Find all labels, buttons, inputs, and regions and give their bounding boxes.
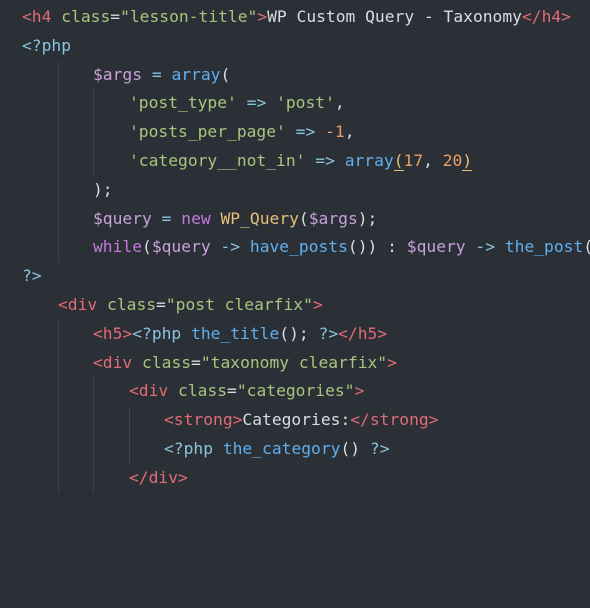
code-line[interactable]: <div class="taxonomy clearfix"> <box>0 348 590 378</box>
code-line[interactable]: <h4 class="lesson-title">WP Custom Query… <box>0 3 590 32</box>
code-line[interactable]: <h5><?php the_title(); ?></h5> <box>0 319 590 349</box>
code-line[interactable]: <div class="categories"> <box>0 377 590 407</box>
code-line[interactable]: <?php <box>0 32 590 61</box>
code-line[interactable]: ?> <box>0 262 590 291</box>
code-line[interactable]: $query = new WP_Query($args); <box>0 204 590 234</box>
code-line[interactable]: 'category__not_in' => array(17, 20) <box>0 146 590 176</box>
code-line[interactable]: while($query -> have_posts()) : $query -… <box>0 233 590 263</box>
code-line[interactable]: $args = array( <box>0 60 590 90</box>
code-line[interactable]: 'post_type' => 'post', <box>0 89 590 119</box>
code-line[interactable]: <?php the_category() ?> <box>0 434 590 464</box>
code-line[interactable]: <div class="post clearfix"> <box>0 291 590 320</box>
code-line[interactable]: </div> <box>0 463 590 493</box>
code-line[interactable]: ); <box>0 175 590 205</box>
code-line[interactable]: 'posts_per_page' => -1, <box>0 118 590 147</box>
code-editor[interactable]: <h4 class="lesson-title">WP Custom Query… <box>0 0 590 514</box>
code-line[interactable]: <strong>Categories:</strong> <box>0 406 590 435</box>
lesson-title-text: WP Custom Query - Taxonomy <box>267 7 522 26</box>
